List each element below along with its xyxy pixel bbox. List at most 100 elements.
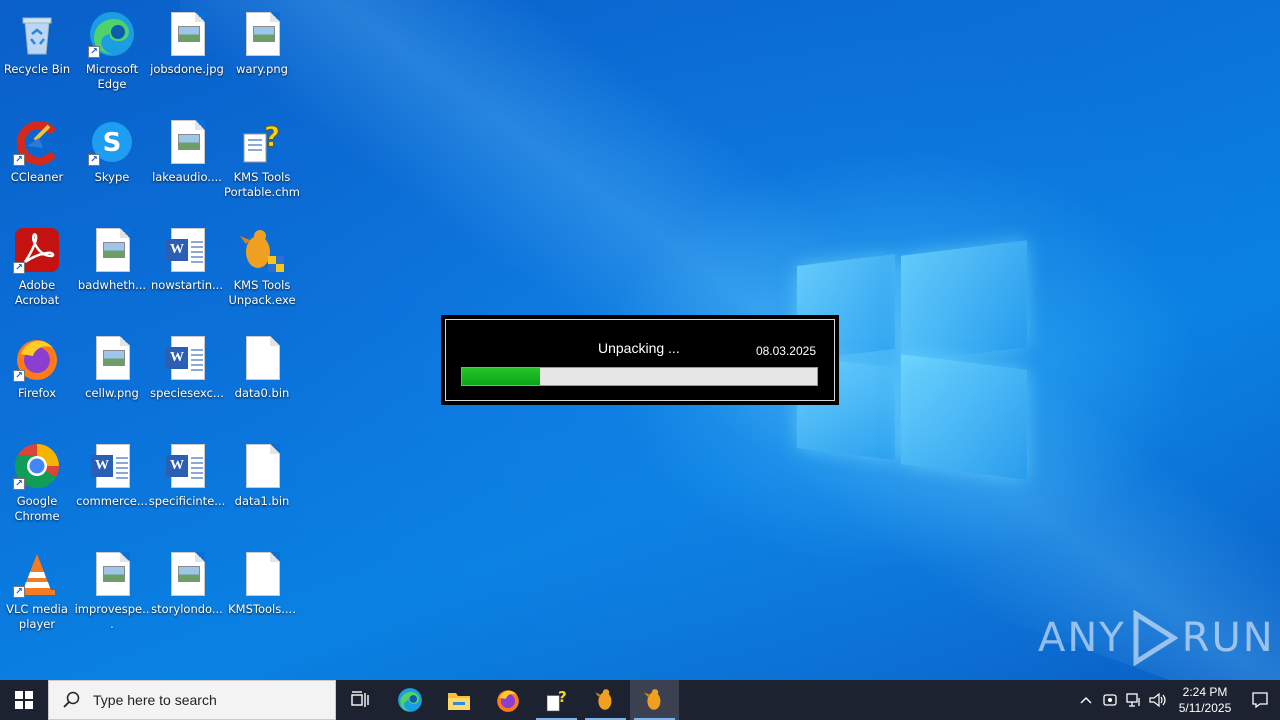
- word-document-icon: W: [163, 226, 211, 274]
- firefox-icon: [496, 690, 519, 712]
- desktop-icon-kms-tools-unpack[interactable]: KMS Tools Unpack.exe: [225, 220, 299, 320]
- image-file-icon: [88, 550, 136, 598]
- word-document-icon: W: [163, 442, 211, 490]
- chevron-up-icon: [1080, 697, 1092, 704]
- search-icon: [63, 691, 80, 708]
- word-document-icon: W: [88, 442, 136, 490]
- desktop-icon-storylondo[interactable]: storylondo...: [150, 544, 224, 644]
- icon-label: specificinte...: [148, 494, 226, 508]
- blank-file-icon: [238, 334, 286, 382]
- icon-label: KMS Tools Portable.chm: [224, 170, 300, 199]
- icon-label: cellw.png: [85, 386, 139, 400]
- icon-label: jobsdone.jpg: [150, 62, 224, 76]
- icon-label: Microsoft Edge: [85, 62, 139, 91]
- notification-icon: [1252, 692, 1268, 709]
- recycle-bin-icon: [13, 10, 61, 58]
- windows-start-icon: [15, 691, 33, 709]
- svg-text:?: ?: [558, 688, 567, 706]
- icon-label: KMS Tools Unpack.exe: [228, 278, 296, 307]
- desktop-icon-data0-bin[interactable]: data0.bin: [225, 328, 299, 428]
- clock-date: 5/11/2025: [1178, 701, 1232, 715]
- progress-bar-fill: [462, 368, 541, 385]
- taskbar-file-explorer[interactable]: [434, 680, 483, 720]
- image-file-icon: [163, 10, 211, 58]
- desktop-icon-ccleaner[interactable]: ↗ CCleaner: [0, 112, 74, 212]
- task-view-button[interactable]: [336, 680, 385, 720]
- meet-now-icon: [1103, 694, 1117, 706]
- desktop-icon-recycle-bin[interactable]: Recycle Bin: [0, 4, 74, 104]
- taskbar: Type here to search ? 2:24 PM 5/11/2025: [0, 680, 1280, 720]
- desktop-icon-specificinte[interactable]: W specificinte...: [148, 436, 226, 536]
- icon-label: Google Chrome: [14, 494, 60, 523]
- taskbar-kms-tools[interactable]: [581, 680, 630, 720]
- image-file-icon: [238, 10, 286, 58]
- icon-label: wary.png: [236, 62, 288, 76]
- icon-label: KMSTools....: [228, 602, 296, 616]
- skype-icon: S ↗: [88, 118, 136, 166]
- watermark-left-text: ANY: [1038, 615, 1126, 661]
- unpacking-dialog-frame: Unpacking ... 08.03.2025: [445, 319, 835, 401]
- image-file-icon: [163, 550, 211, 598]
- desktop-icon-skype[interactable]: S ↗ Skype: [75, 112, 149, 212]
- system-tray: 2:24 PM 5/11/2025: [1074, 680, 1280, 720]
- desktop-icon-adobe-acrobat[interactable]: ↗ Adobe Acrobat: [0, 220, 74, 320]
- icon-label: data1.bin: [234, 494, 290, 508]
- desktop-icon-lakeaudio[interactable]: lakeaudio....: [150, 112, 224, 212]
- shortcut-arrow-icon: ↗: [13, 370, 25, 382]
- dragon-exe-icon: [238, 226, 286, 274]
- icon-label: Skype: [94, 170, 130, 184]
- desktop-icon-vlc[interactable]: ↗ VLC media player: [0, 544, 74, 644]
- desktop-icon-speciesexc[interactable]: W speciesexc...: [150, 328, 224, 428]
- icon-label: data0.bin: [234, 386, 290, 400]
- speaker-icon: [1149, 692, 1166, 708]
- blank-file-icon: [238, 442, 286, 490]
- vlc-cone-icon: ↗: [13, 550, 61, 598]
- taskbar-search-box[interactable]: Type here to search: [48, 680, 336, 720]
- desktop-icon-cellw[interactable]: cellw.png: [75, 328, 149, 428]
- icon-label: CCleaner: [10, 170, 64, 184]
- taskbar-kms-tools-unpack-active[interactable]: [630, 680, 679, 720]
- desktop-icon-jobsdone[interactable]: jobsdone.jpg: [150, 4, 224, 104]
- edge-icon: [397, 688, 422, 712]
- ccleaner-icon: ↗: [13, 118, 61, 166]
- desktop-icon-commerce[interactable]: W commerce...: [75, 436, 149, 536]
- clock-time: 2:24 PM: [1182, 685, 1228, 699]
- icon-label: nowstartin...: [151, 278, 223, 292]
- task-view-icon: [350, 691, 369, 707]
- anyrun-watermark: ANY RUN: [1038, 610, 1275, 666]
- desktop-icon-kmstools[interactable]: KMSTools....: [225, 544, 299, 644]
- firefox-icon: ↗: [13, 334, 61, 382]
- help-file-icon: ?: [238, 118, 286, 166]
- dragon-exe-icon: [594, 689, 611, 710]
- shortcut-arrow-icon: ↗: [88, 154, 100, 166]
- start-button[interactable]: [0, 680, 48, 720]
- icon-label: lakeaudio....: [152, 170, 222, 184]
- word-document-icon: W: [163, 334, 211, 382]
- icon-label: badwheth...: [77, 278, 147, 292]
- taskbar-help-viewer[interactable]: ?: [532, 680, 581, 720]
- desktop-icon-microsoft-edge[interactable]: ↗ Microsoft Edge: [75, 4, 149, 104]
- watermark-right-text: RUN: [1181, 615, 1275, 661]
- desktop-icon-firefox[interactable]: ↗ Firefox: [0, 328, 74, 428]
- action-center-button[interactable]: [1240, 680, 1280, 720]
- desktop-icon-google-chrome[interactable]: ↗ Google Chrome: [0, 436, 74, 536]
- desktop-icon-nowstartin[interactable]: W nowstartin...: [150, 220, 224, 320]
- taskbar-firefox[interactable]: [483, 680, 532, 720]
- desktop-icon-wary[interactable]: wary.png: [225, 4, 299, 104]
- shortcut-arrow-icon: ↗: [13, 586, 25, 598]
- desktop-icon-data1-bin[interactable]: data1.bin: [225, 436, 299, 536]
- show-hidden-icons-button[interactable]: [1074, 680, 1098, 720]
- google-chrome-icon: ↗: [13, 442, 61, 490]
- icon-label: Recycle Bin: [3, 62, 71, 76]
- taskbar-clock[interactable]: 2:24 PM 5/11/2025: [1170, 684, 1240, 716]
- desktop-icon-improvespe[interactable]: improvespe...: [75, 544, 149, 644]
- desktop-icon-badwheth[interactable]: badwheth...: [75, 220, 149, 320]
- taskbar-edge[interactable]: [385, 680, 434, 720]
- network-button[interactable]: [1122, 680, 1146, 720]
- search-placeholder: Type here to search: [93, 692, 217, 708]
- desktop-icon-kms-tools-chm[interactable]: ? KMS Tools Portable.chm: [224, 112, 300, 212]
- meet-now-button[interactable]: [1098, 680, 1122, 720]
- volume-button[interactable]: [1146, 680, 1170, 720]
- svg-text:S: S: [103, 128, 122, 158]
- image-file-icon: [163, 118, 211, 166]
